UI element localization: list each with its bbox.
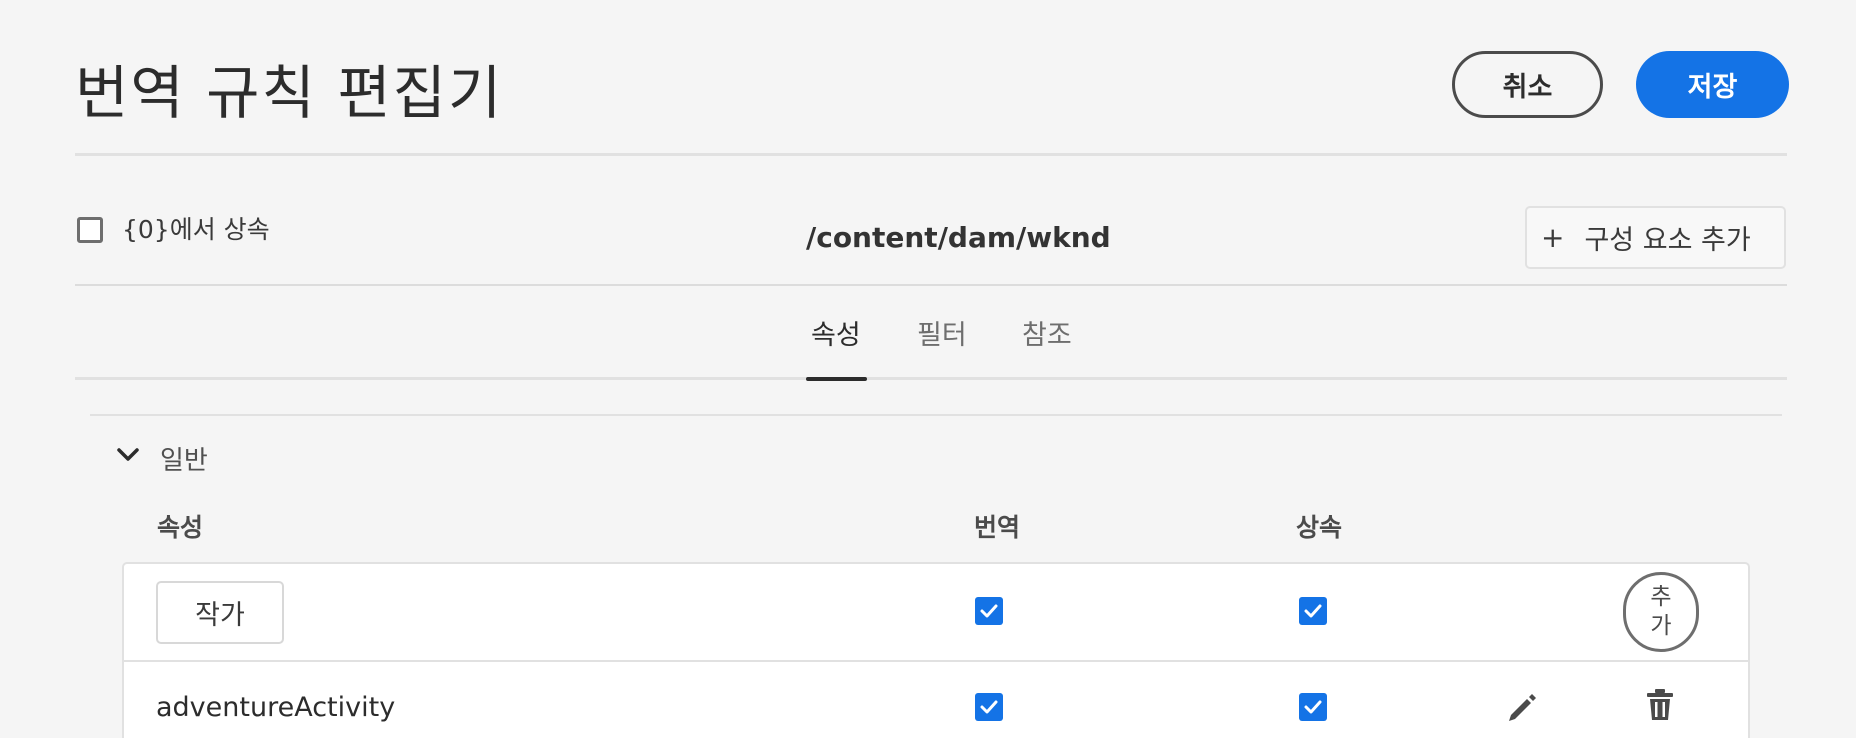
cancel-button[interactable]: 취소	[1452, 51, 1603, 118]
new-row-inherit-checkbox[interactable]	[1299, 597, 1327, 625]
content-path: /content/dam/wknd	[806, 221, 1111, 254]
row-divider	[124, 660, 1748, 662]
new-row-translate-checkbox[interactable]	[975, 597, 1003, 625]
column-header-translate: 번역	[974, 513, 1021, 542]
save-button[interactable]: 저장	[1636, 51, 1789, 118]
property-name-input[interactable]	[156, 581, 284, 644]
edit-icon[interactable]	[1505, 690, 1539, 724]
check-icon	[980, 700, 998, 714]
add-component-button[interactable]: + 구성 요소 추가	[1525, 206, 1786, 269]
plus-icon: +	[1541, 221, 1565, 254]
tabs-divider	[75, 377, 1787, 380]
row-translate-checkbox[interactable]	[975, 693, 1003, 721]
properties-table: 추가 adventureActivity	[122, 562, 1750, 738]
inherit-checkbox[interactable]	[77, 217, 103, 243]
tab-filters[interactable]: 필터	[917, 313, 967, 352]
check-icon	[1304, 604, 1322, 618]
tab-references[interactable]: 참조	[1022, 313, 1072, 352]
section-divider	[90, 414, 1782, 416]
property-name: adventureActivity	[156, 692, 396, 723]
page-title: 번역 규칙 편집기	[75, 59, 504, 127]
header-divider	[75, 153, 1787, 156]
tab-properties[interactable]: 속성	[811, 313, 861, 352]
column-header-inherit: 상속	[1296, 513, 1343, 542]
inherit-label: {0}에서 상속	[122, 215, 270, 244]
column-header-property: 속성	[157, 513, 204, 542]
translation-rules-editor: 번역 규칙 편집기 취소 저장 {0}에서 상속 /content/dam/wk…	[0, 0, 1856, 738]
add-component-label: 구성 요소 추가	[1584, 225, 1751, 256]
section-general-label[interactable]: 일반	[160, 440, 208, 477]
check-icon	[980, 604, 998, 618]
active-tab-indicator	[806, 377, 867, 381]
delete-icon[interactable]	[1643, 688, 1677, 722]
chevron-down-icon[interactable]	[116, 446, 140, 464]
context-divider	[75, 284, 1787, 286]
check-icon	[1304, 700, 1322, 714]
row-inherit-checkbox[interactable]	[1299, 693, 1327, 721]
add-property-button[interactable]: 추가	[1623, 572, 1699, 652]
